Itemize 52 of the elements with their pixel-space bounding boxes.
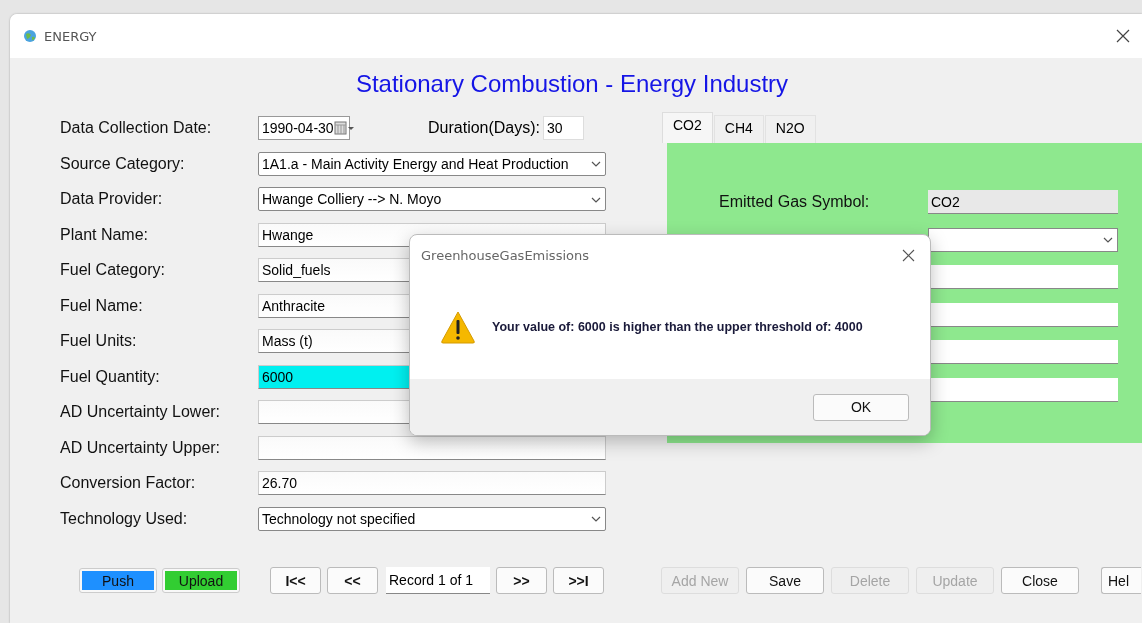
field-label: Data Collection Date:	[60, 119, 213, 137]
field-label: Technology Used:	[60, 509, 189, 528]
chevron-icon	[590, 514, 602, 523]
dialog-message: Your value of: 6000 is higher than the upper threshold of: 4000	[492, 319, 864, 335]
field-label: AD Uncertainty Lower:	[60, 403, 222, 421]
chevron-icon	[590, 159, 602, 168]
field-label: Fuel Units:	[60, 332, 138, 350]
input-field: CO2	[928, 190, 1118, 214]
field-label: Source Category:	[60, 154, 186, 173]
globe-icon	[22, 28, 38, 44]
chevron-icon	[1102, 235, 1114, 244]
sync-button[interactable]: Upload	[165, 571, 237, 590]
field-label: Fuel Name:	[60, 296, 144, 315]
last-record-button[interactable]: >>I	[553, 567, 604, 594]
dropdown[interactable]	[928, 227, 1118, 252]
close-icon	[1116, 29, 1130, 43]
dropdown[interactable]: 1A1.a - Main Activity Energy and Heat Production	[258, 151, 606, 176]
dropdown[interactable]: Hwange Colliery --> N. Moyo	[258, 187, 606, 211]
input-field[interactable]	[928, 302, 1118, 327]
window-title: ENERGY	[44, 28, 97, 44]
field-label: Duration(Days):	[428, 119, 541, 137]
warning-icon	[441, 310, 475, 344]
close-icon	[902, 248, 915, 262]
next-record-button[interactable]: >>	[496, 567, 547, 594]
dropdown[interactable]: Technology not specified	[258, 506, 606, 531]
calendar-icon	[333, 121, 354, 135]
first-record-button[interactable]: I<<	[270, 567, 321, 594]
tab[interactable]: N2O	[764, 115, 816, 143]
input-field[interactable]: 26.70	[258, 471, 606, 495]
action-button[interactable]: Hel	[1101, 567, 1141, 594]
tab[interactable]: CH4	[713, 115, 764, 143]
duration-field[interactable]: 30	[543, 116, 585, 140]
field-label: Fuel Quantity:	[60, 367, 161, 386]
input-field[interactable]	[258, 435, 606, 460]
field-label: Fuel Category:	[60, 261, 166, 279]
ok-button[interactable]: OK	[813, 393, 909, 421]
field-label: AD Uncertainty Upper:	[60, 438, 222, 457]
field-label: Emitted Gas Symbol:	[718, 193, 871, 211]
action-button[interactable]: Save	[746, 567, 824, 594]
field-label: Data Provider:	[60, 190, 164, 208]
field-label: Conversion Factor:	[60, 474, 197, 492]
tab[interactable]: CO2	[662, 112, 713, 143]
dialog-title: GreenhouseGasEmissions	[421, 247, 589, 263]
record-field[interactable]: Record 1 of 1	[386, 567, 490, 594]
input-field[interactable]	[928, 340, 1118, 364]
input-field[interactable]	[928, 265, 1118, 289]
sync-button[interactable]: Push	[82, 571, 154, 590]
input-field[interactable]	[928, 377, 1118, 402]
previous-record-button[interactable]: <<	[327, 567, 378, 594]
form-heading: Stationary Combustion - Energy Industry	[354, 69, 790, 99]
action-button[interactable]: Close	[1001, 567, 1079, 594]
field-label: Plant Name:	[60, 225, 150, 244]
